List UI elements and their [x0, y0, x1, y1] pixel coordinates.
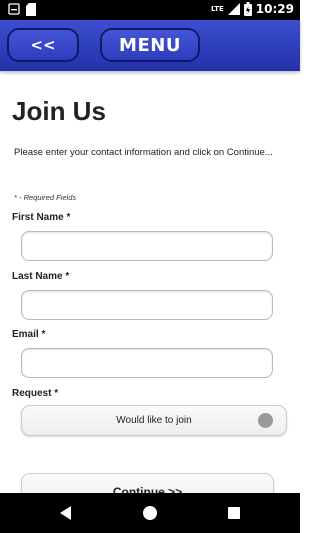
signal-icon [227, 3, 240, 15]
last-name-label: Last Name * [12, 271, 70, 282]
email-field[interactable] [21, 348, 273, 378]
request-label: Request * [12, 388, 59, 399]
home-circle-icon[interactable] [143, 506, 157, 520]
status-bar: LTE 10:29 [0, 0, 300, 20]
status-right-icons: LTE 10:29 [211, 2, 294, 16]
status-left-icons [8, 3, 36, 16]
request-selected-value: Would like to join [116, 415, 192, 426]
last-name-field[interactable] [21, 290, 273, 320]
select-indicator-icon [258, 413, 273, 428]
page-title: Join Us [12, 96, 106, 126]
email-label: Email * [12, 329, 46, 340]
back-button[interactable]: << [7, 28, 79, 62]
notification-box-icon [8, 3, 20, 15]
clock: 10:29 [255, 2, 294, 16]
required-fields-note: * - Required Fields [14, 193, 77, 202]
request-select[interactable]: Would like to join [21, 405, 287, 436]
recents-square-icon[interactable] [228, 507, 240, 519]
menu-button[interactable]: MENU [100, 28, 200, 62]
battery-icon [243, 2, 252, 16]
first-name-field[interactable] [21, 231, 273, 261]
back-triangle-icon[interactable] [60, 506, 71, 520]
intro-text: Please enter your contact information an… [14, 147, 273, 158]
app-header: << MENU [0, 20, 300, 71]
sd-card-icon [26, 3, 36, 16]
network-type: LTE [210, 5, 224, 13]
system-nav-bar [0, 493, 300, 533]
first-name-label: First Name * [12, 212, 71, 223]
